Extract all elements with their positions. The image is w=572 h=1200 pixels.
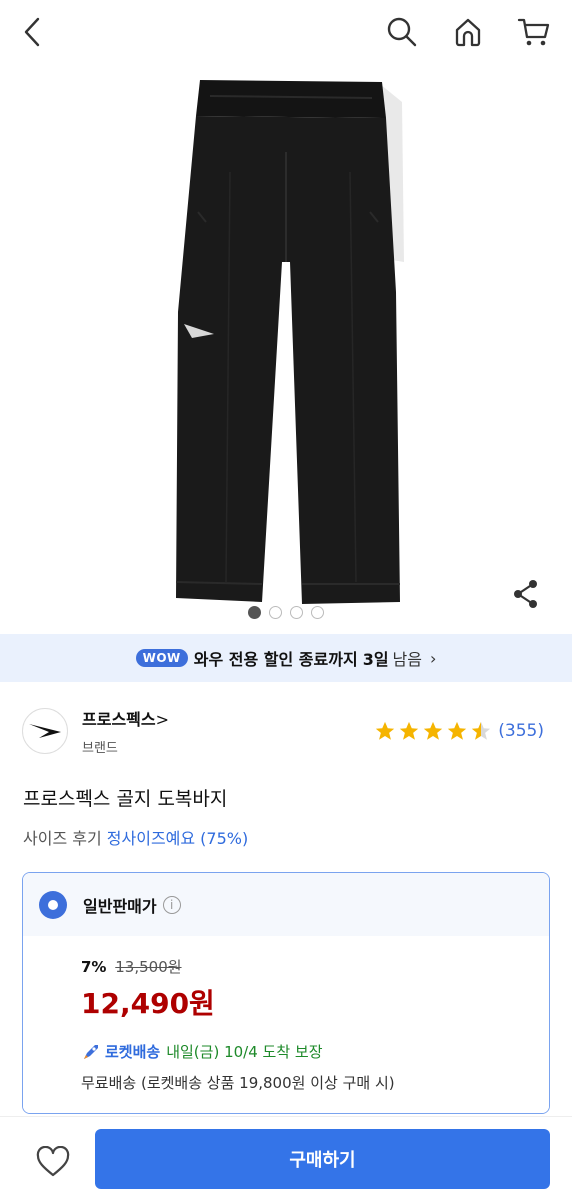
product-title: 프로스펙스 골지 도복바지: [23, 788, 228, 810]
chevron-right-icon: ›: [430, 648, 437, 668]
rocket-delivery-eta: 내일(금) 10/4 도착 보장: [166, 1043, 323, 1061]
product-image[interactable]: [0, 62, 572, 634]
search-icon: [387, 17, 417, 47]
size-review[interactable]: 사이즈 후기 정사이즈예요 (75%): [23, 825, 248, 849]
rocket-delivery-name: 로켓배송: [105, 1043, 161, 1061]
original-price: 13,500원: [115, 958, 182, 976]
free-shipping-note: 무료배송 (로켓배송 상품 19,800원 이상 구매 시): [81, 1074, 395, 1092]
chevron-left-icon: [24, 17, 40, 47]
home-icon: [455, 18, 481, 47]
price-option-card[interactable]: 일반판매가 i 7% 13,500원 12,490원 로켓배송 내일(금) 10…: [22, 872, 550, 1114]
star-full-icon: [448, 721, 467, 740]
heart-icon: [36, 1146, 70, 1177]
buy-button[interactable]: 구매하기: [95, 1129, 550, 1189]
rocket-delivery-line: 로켓배송 내일(금) 10/4 도착 보장: [81, 1041, 323, 1062]
cart-icon: [517, 18, 550, 46]
top-bar: [0, 0, 572, 62]
brand-chevron-icon: >: [155, 710, 170, 729]
home-button[interactable]: [448, 12, 488, 52]
size-review-value: 정사이즈예요 (75%): [106, 829, 249, 848]
page-dot-active[interactable]: [248, 606, 261, 619]
share-icon: [514, 580, 537, 608]
page-dot[interactable]: [269, 606, 282, 619]
page-dot[interactable]: [311, 606, 324, 619]
rocket-icon: [84, 1044, 98, 1059]
wow-badge: WOW: [135, 649, 188, 667]
price-option-body: 7% 13,500원 12,490원 로켓배송 내일(금) 10/4 도착 보장…: [23, 936, 549, 1113]
pants-image: [175, 80, 404, 604]
back-button[interactable]: [12, 12, 52, 52]
size-review-label: 사이즈 후기: [23, 829, 102, 848]
price-option-header[interactable]: 일반판매가 i: [23, 873, 549, 936]
star-full-icon: [376, 721, 395, 740]
cart-button[interactable]: [514, 12, 554, 52]
brand-logo[interactable]: [22, 708, 68, 754]
prospecs-logo-icon: [29, 724, 61, 738]
radio-selected[interactable]: [39, 890, 67, 919]
brand-sub-label: 브랜드: [82, 741, 118, 756]
price-option-label: 일반판매가: [83, 896, 157, 916]
sale-price: 12,490원: [81, 987, 215, 1020]
brand-name-link[interactable]: 프로스펙스>: [82, 706, 169, 730]
search-button[interactable]: [382, 12, 422, 52]
wow-banner-days: 3일: [362, 650, 389, 669]
gallery-pagination[interactable]: [0, 606, 572, 619]
wow-banner-text: 와우 전용 할인 종료까지: [193, 650, 358, 669]
rating[interactable]: (355): [374, 720, 544, 742]
brand-name: 프로스펙스: [82, 710, 156, 729]
star-full-icon: [400, 721, 419, 740]
star-full-icon: [424, 721, 443, 740]
wow-banner-remain: 남음: [392, 650, 422, 669]
discount-percent: 7%: [81, 958, 107, 976]
star-half-icon: [472, 721, 491, 740]
info-icon[interactable]: i: [162, 895, 181, 914]
bottom-action-bar: 구매하기: [0, 1116, 572, 1200]
discount-line: 7% 13,500원: [81, 956, 182, 977]
wow-discount-banner[interactable]: WOW 와우 전용 할인 종료까지 3일 남음 ›: [0, 634, 572, 682]
review-count[interactable]: (355): [498, 721, 544, 741]
brand-row: 프로스펙스> 브랜드 (355): [0, 700, 572, 760]
wishlist-button[interactable]: [30, 1139, 76, 1185]
page-dot[interactable]: [290, 606, 303, 619]
